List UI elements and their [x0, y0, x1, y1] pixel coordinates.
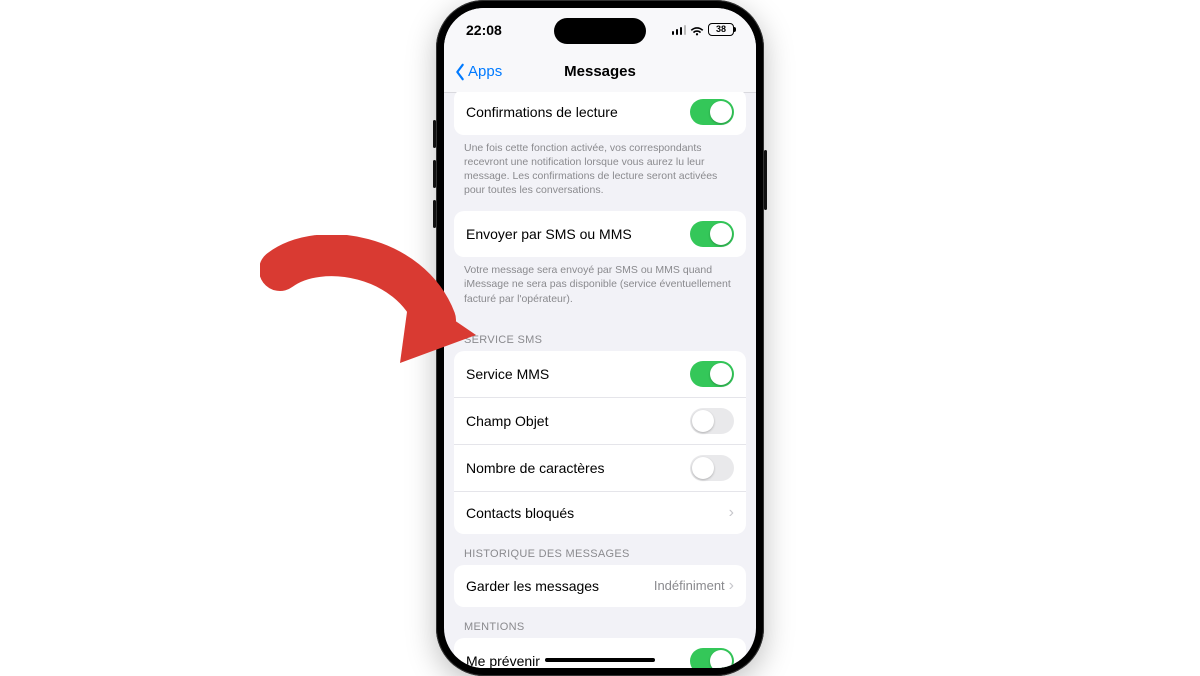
send-as-sms-label: Envoyer par SMS ou MMS [466, 226, 690, 242]
subject-field-label: Champ Objet [466, 413, 690, 429]
subject-field-row[interactable]: Champ Objet [454, 397, 746, 444]
history-group: Garder les messages Indéfiniment › [454, 565, 746, 607]
chevron-left-icon [454, 63, 466, 81]
back-button[interactable]: Apps [454, 52, 502, 92]
phone-screen: 22:08 38 Apps Messages iMessage. [444, 8, 756, 668]
mms-service-label: Service MMS [466, 366, 690, 382]
wifi-icon [690, 24, 704, 35]
chevron-right-icon: › [729, 578, 734, 594]
blocked-contacts-row[interactable]: Contacts bloqués › [454, 491, 746, 534]
keep-messages-value: Indéfiniment [654, 578, 725, 593]
send-as-sms-toggle[interactable] [690, 221, 734, 247]
keep-messages-label: Garder les messages [466, 578, 654, 594]
send-as-sms-row[interactable]: Envoyer par SMS ou MMS [454, 211, 746, 257]
send-as-sms-footer: Votre message sera envoyé par SMS ou MMS… [454, 257, 746, 320]
read-receipts-label: Confirmations de lecture [466, 104, 690, 120]
notify-me-toggle[interactable] [690, 648, 734, 668]
read-receipts-row[interactable]: Confirmations de lecture [454, 92, 746, 135]
chevron-right-icon: › [729, 505, 734, 521]
keep-messages-row[interactable]: Garder les messages Indéfiniment › [454, 565, 746, 607]
read-receipts-toggle[interactable] [690, 99, 734, 125]
back-label: Apps [468, 63, 502, 80]
sms-service-group: Service MMS Champ Objet Nombre de caract… [454, 351, 746, 534]
blocked-contacts-label: Contacts bloqués [466, 505, 729, 521]
read-receipts-footer: Une fois cette fonction activée, vos cor… [454, 135, 746, 212]
phone-frame: 22:08 38 Apps Messages iMessage. [436, 0, 764, 676]
read-receipts-group: Confirmations de lecture [454, 92, 746, 135]
home-indicator[interactable] [545, 658, 655, 662]
subject-field-toggle[interactable] [690, 408, 734, 434]
nav-bar: Apps Messages [444, 52, 756, 93]
char-count-label: Nombre de caractères [466, 460, 690, 476]
mentions-header: MENTIONS [454, 607, 746, 638]
sms-service-header: SERVICE SMS [454, 320, 746, 351]
send-as-sms-group: Envoyer par SMS ou MMS [454, 211, 746, 257]
status-time: 22:08 [466, 22, 502, 38]
cellular-icon [672, 24, 687, 35]
mentions-group: Me prévenir [454, 638, 746, 668]
mms-service-toggle[interactable] [690, 361, 734, 387]
mms-service-row[interactable]: Service MMS [454, 351, 746, 397]
settings-scroll[interactable]: iMessage. Confirmations de lecture Une f… [444, 92, 756, 668]
notify-me-row[interactable]: Me prévenir [454, 638, 746, 668]
history-header: HISTORIQUE DES MESSAGES [454, 534, 746, 565]
char-count-toggle[interactable] [690, 455, 734, 481]
dynamic-island [554, 18, 646, 44]
page-title: Messages [564, 63, 636, 80]
char-count-row[interactable]: Nombre de caractères [454, 444, 746, 491]
battery-icon: 38 [708, 23, 734, 36]
